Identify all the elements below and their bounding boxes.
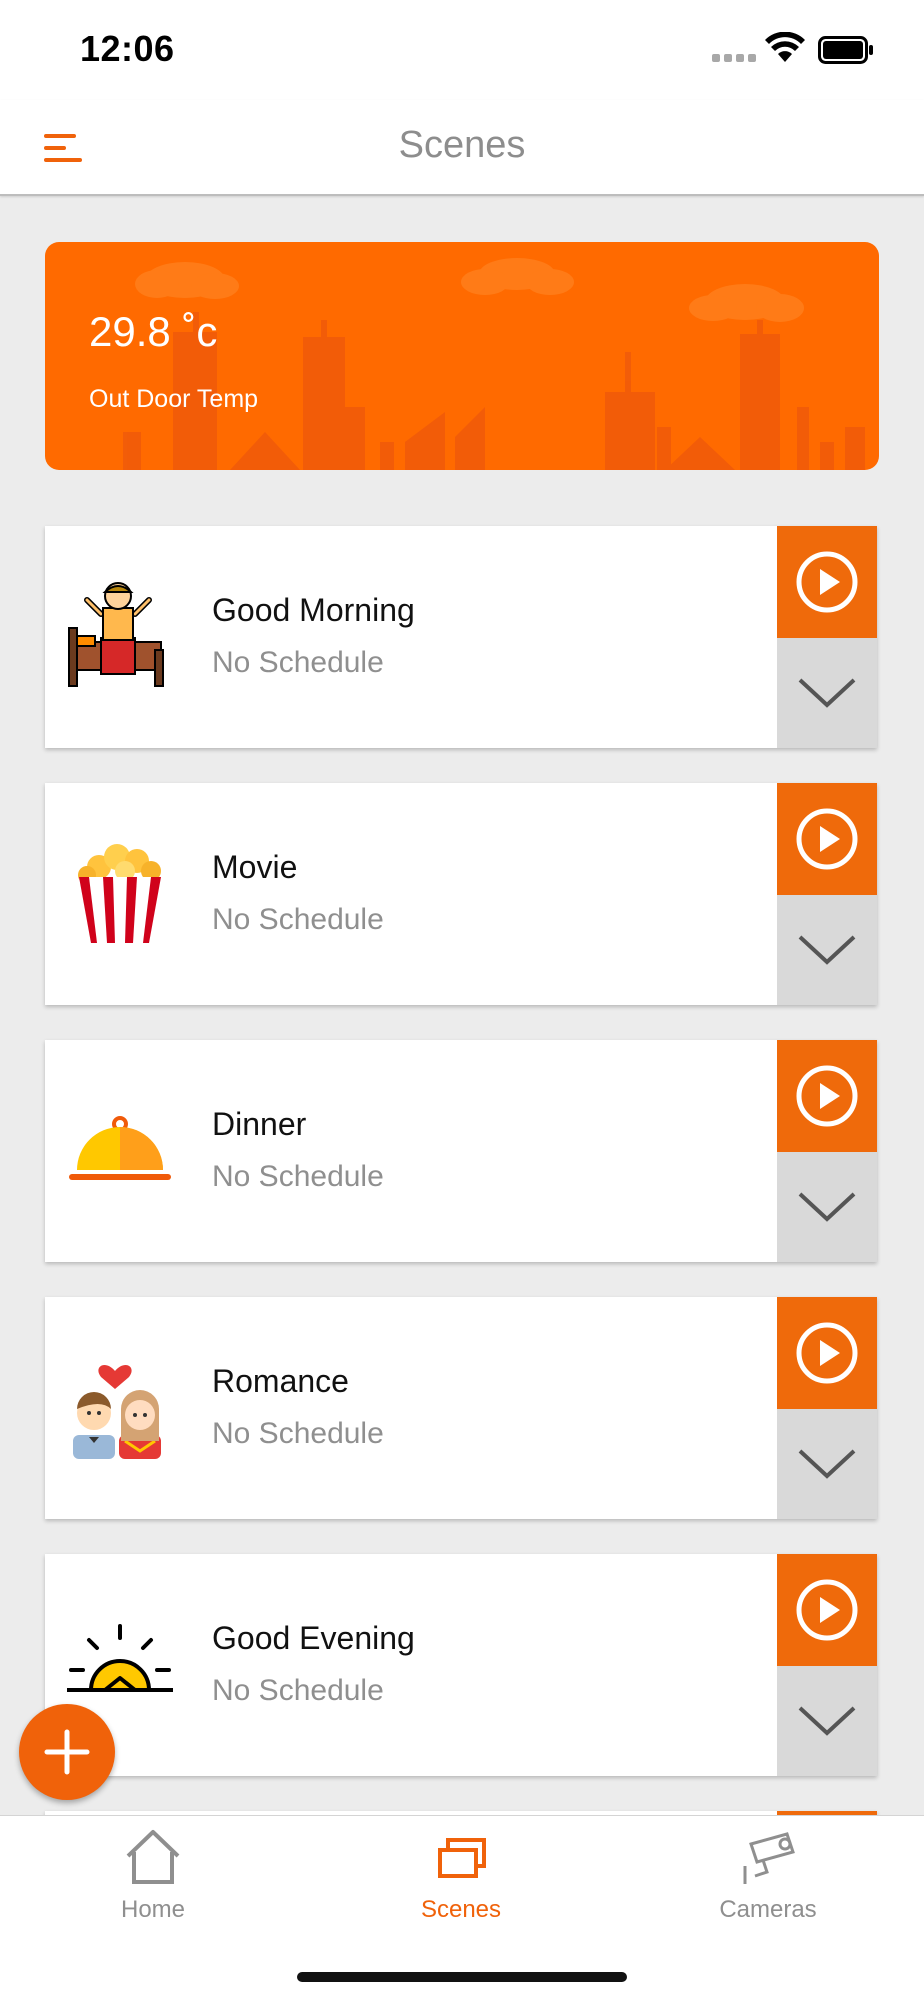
sunset-icon [67, 1624, 173, 1692]
play-icon [796, 551, 858, 613]
home-indicator [297, 1972, 627, 1982]
scene-card[interactable]: Good Morning No Schedule [45, 526, 877, 748]
play-icon [796, 1065, 858, 1127]
expand-scene-button[interactable] [777, 1152, 877, 1262]
scene-name: Good Morning [212, 592, 415, 628]
add-scene-button[interactable] [19, 1704, 115, 1800]
chevron-down-icon [798, 935, 856, 965]
cellular-signal-icon [712, 54, 756, 62]
expand-scene-button[interactable] [777, 1409, 877, 1519]
temperature-value: 29.8 ˚c [89, 308, 218, 355]
play-scene-button[interactable] [777, 1297, 877, 1409]
play-scene-button[interactable] [777, 783, 877, 895]
chevron-down-icon [798, 1706, 856, 1736]
expand-scene-button[interactable] [777, 638, 877, 748]
scene-schedule: No Schedule [212, 903, 384, 936]
scene-card[interactable]: Good Evening No Schedule [45, 1554, 877, 1776]
scene-schedule: No Schedule [212, 646, 384, 679]
tab-cameras[interactable]: Cameras [668, 1826, 868, 1936]
scenes-icon [438, 1838, 486, 1878]
page-title: Scenes [398, 124, 526, 166]
scene-card[interactable]: Movie No Schedule [45, 783, 877, 1005]
status-bar: 12:06 [0, 0, 924, 100]
home-icon [126, 1830, 180, 1884]
food-cloche-icon [69, 1116, 171, 1180]
camera-icon [743, 1832, 795, 1884]
play-icon [796, 1322, 858, 1384]
scene-card[interactable]: Romance No Schedule [45, 1297, 877, 1519]
play-scene-button[interactable] [777, 1554, 877, 1666]
play-icon [796, 1579, 858, 1641]
plus-icon [44, 1729, 90, 1775]
tab-label: Home [120, 1896, 186, 1923]
outdoor-weather-card: 29.8 ˚c Out Door Temp [45, 242, 879, 470]
expand-scene-button[interactable] [777, 895, 877, 1005]
play-scene-button[interactable] [777, 526, 877, 638]
chevron-down-icon [798, 1192, 856, 1222]
battery-icon [818, 36, 873, 64]
scene-schedule: No Schedule [212, 1417, 384, 1450]
scene-name: Romance [212, 1363, 349, 1399]
popcorn-icon [78, 844, 161, 943]
expand-scene-button[interactable] [777, 1666, 877, 1776]
temperature-label: Out Door Temp [89, 385, 259, 413]
tab-scenes[interactable]: Scenes [361, 1826, 561, 1936]
chevron-down-icon [798, 1449, 856, 1479]
couple-heart-icon [73, 1364, 161, 1459]
scene-card[interactable]: Dinner No Schedule [45, 1040, 877, 1262]
scene-schedule: No Schedule [212, 1674, 384, 1707]
tab-label: Cameras [719, 1896, 817, 1923]
wifi-icon [765, 32, 805, 62]
play-icon [796, 808, 858, 870]
scene-name: Dinner [212, 1106, 307, 1142]
scenes-screen: 12:06 Scenes 29.8 ˚c Out Door Temp Good … [0, 0, 924, 2000]
app-header: Scenes [0, 100, 924, 196]
scene-name: Movie [212, 849, 298, 885]
tab-home[interactable]: Home [53, 1826, 253, 1936]
scene-schedule: No Schedule [212, 1160, 384, 1193]
tab-label: Scenes [420, 1896, 502, 1923]
scene-name: Good Evening [212, 1620, 415, 1656]
status-time: 12:06 [80, 28, 175, 69]
wake-up-bed-icon [68, 582, 164, 687]
play-scene-button[interactable] [777, 1040, 877, 1152]
chevron-down-icon [798, 678, 856, 708]
city-skyline-illustration [123, 258, 865, 470]
